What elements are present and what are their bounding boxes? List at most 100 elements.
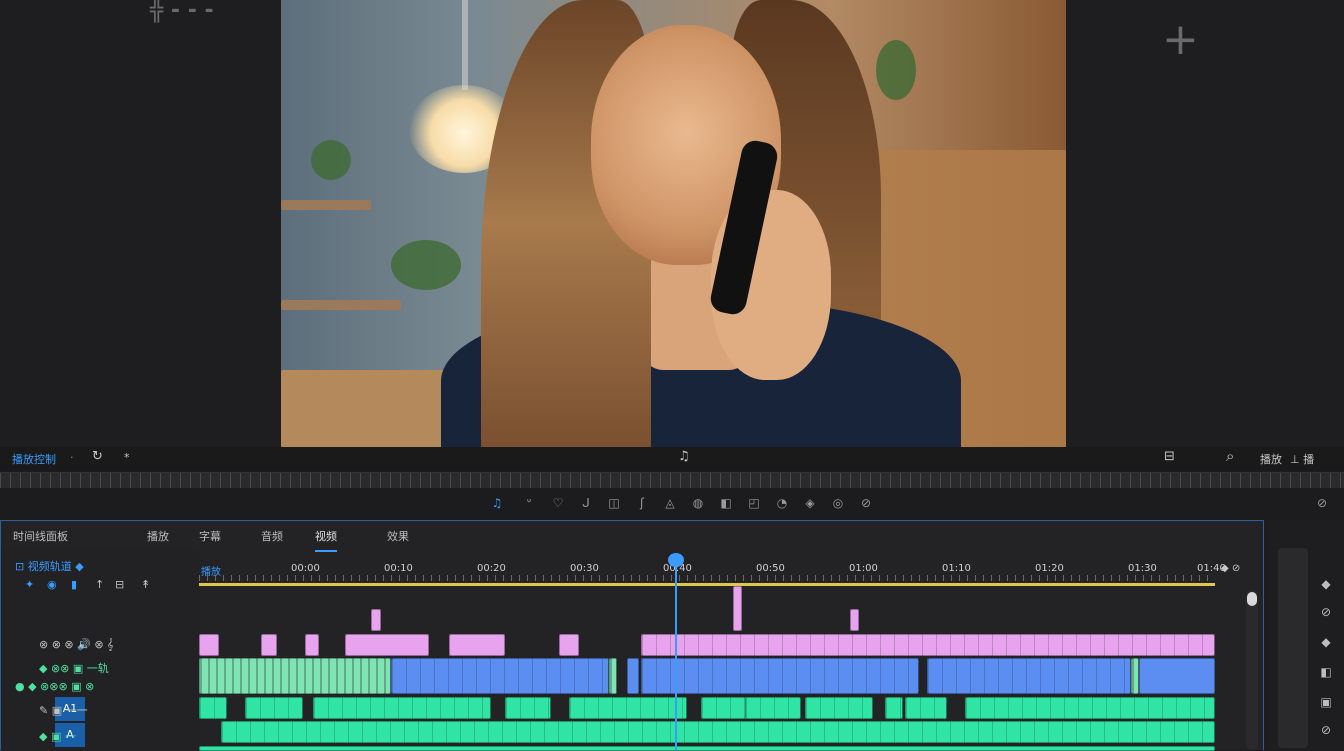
timeline-vertical-scrollbar[interactable] [1246,590,1258,750]
clip-audio[interactable] [313,697,491,719]
tool-8-icon[interactable]: ◍ [690,495,706,511]
tool-10-icon[interactable]: ◰ [746,495,762,511]
clip-audio-bottom[interactable] [199,746,1215,751]
clip-audio[interactable] [505,697,551,719]
clip-v3[interactable] [733,586,742,631]
clip-blue[interactable] [1139,658,1215,694]
playback-control-label[interactable]: 播放控制 [12,451,56,467]
clip-pink[interactable] [641,634,1215,656]
playback-right-label[interactable]: 播放 [1260,451,1282,467]
marker-icon[interactable]: ▮ [71,578,77,591]
tool-audio-icon[interactable]: ♫ [489,495,505,511]
program-monitor: ╬ - - - + [0,0,1344,447]
clip-pink[interactable] [345,634,429,656]
settings-star-icon[interactable]: * [124,451,130,464]
side-tool-icon[interactable]: ◆ [1318,576,1334,592]
separator-dot: · [70,451,74,464]
clip-pink[interactable] [559,634,579,656]
track-a1-controls[interactable]: ✎ ▣ 一一 [39,702,88,718]
tab-video[interactable]: 视频 [315,528,337,552]
settings-icon[interactable]: ⊟ [115,578,124,591]
scrollbar-thumb[interactable] [1247,592,1257,606]
tool-4-icon[interactable]: ᒍ [578,495,594,511]
video-track-header[interactable]: ⊡ 视频轨道 ◆ [15,558,84,574]
add-marker-icon[interactable]: + [1162,18,1199,62]
tool-9-icon[interactable]: ◧ [718,495,734,511]
track-v2-controls[interactable]: ◆ ⊗⊗ ▣ 一轨 [39,660,109,676]
clip-v3[interactable] [850,609,859,631]
tab-subtitles[interactable]: 字幕 [199,528,221,544]
time-ruler[interactable]: 播放 00:00 00:10 00:20 00:30 00:40 00:50 0… [199,553,1226,581]
compare-view-icon[interactable]: ⊟ [1164,449,1175,464]
monitor-scrub-bar[interactable] [0,472,1344,488]
ruler-ticks [199,575,1215,581]
clip-lime[interactable] [609,658,617,694]
clip-pink[interactable] [305,634,319,656]
video-preview [281,0,1066,447]
tool-13-icon[interactable]: ◎ [830,495,846,511]
snap-icon[interactable]: ✦ [25,578,34,591]
tab-audio[interactable]: 音频 [261,528,283,544]
clip-audio[interactable] [569,697,687,719]
audio-note-icon[interactable]: ♫ [678,449,690,464]
playback-right-label-2[interactable]: ⊥ 播 [1290,451,1314,467]
clip-audio-long[interactable] [221,721,1215,743]
side-tool-icon[interactable]: ◧ [1318,664,1334,680]
playhead[interactable] [675,560,677,750]
tool-7-icon[interactable]: ◬ [662,495,678,511]
wrench-icon[interactable]: ↟ [141,578,150,591]
tool-bar: ♫ ᐡ ♡ ᒍ ◫ ʃ ◬ ◍ ◧ ◰ ◔ ◈ ◎ ⊘ ⊘ [0,488,1344,518]
track-area[interactable] [199,586,1215,751]
ruler-label: 00:00 [291,563,320,574]
side-tool-icon[interactable]: ▣ [1318,694,1334,710]
clip-audio[interactable] [885,697,903,719]
ruler-label: 00:30 [570,563,599,574]
tab-effects[interactable]: 效果 [387,528,409,544]
ruler-label: 01:20 [1035,563,1064,574]
tool-12-icon[interactable]: ◈ [802,495,818,511]
clip-pink[interactable] [199,634,219,656]
clip-v3[interactable] [371,609,381,631]
track-v1-controls[interactable]: ● ◆ ⊗⊗⊗ ▣ ⊗ [15,680,94,693]
side-panel: ◆ ⊘ ◆ ◧ ▣ ⊘ [1268,520,1344,750]
ruler-label: 00:50 [756,563,785,574]
tool-11-icon[interactable]: ◔ [774,495,790,511]
track-a2-controls[interactable]: ◆ ▣ 一 [39,728,76,744]
clip-pink[interactable] [449,634,505,656]
track-v3-controls[interactable]: ⊗ ⊗ ⊗ 🔊 ⊗ 𝄞 [39,638,114,652]
clip-audio[interactable] [199,697,227,719]
clip-audio[interactable] [245,697,303,719]
side-tool-icon[interactable]: ◆ [1318,634,1334,650]
tool-5-icon[interactable]: ◫ [606,495,622,511]
tool-right-icon[interactable]: ⊘ [1314,495,1330,511]
clip-audio[interactable] [905,697,947,719]
search-icon[interactable]: ⌕ [1226,447,1234,465]
side-tool-icon[interactable]: ⊘ [1318,604,1334,620]
clip-pink[interactable] [261,634,277,656]
tool-2-icon[interactable]: ᐡ [521,495,537,511]
clip-audio[interactable] [701,697,751,719]
loop-icon[interactable]: ↻ [92,449,103,464]
clip-blue[interactable] [641,658,919,694]
ruler-label: 01:10 [942,563,971,574]
clip-blue[interactable] [927,658,1131,694]
tab-playback[interactable]: 播放 [147,528,169,544]
monitor-control-bar: 播放控制 · ↻ * ♫ ⊟ ⌕ 播放 ⊥ 播 [0,447,1344,471]
clip-blue[interactable] [391,658,609,694]
track-header-column: ⊡ 视频轨道 ◆ ✦ ◉ ▮ ↑ ⊟ ↟ ⊗ ⊗ ⊗ 🔊 ⊗ 𝄞 ◆ ⊗⊗ ▣ … [1,549,199,751]
tool-3-icon[interactable]: ♡ [550,495,566,511]
clip-audio[interactable] [745,697,801,719]
tool-14-icon[interactable]: ⊘ [858,495,874,511]
clip-audio[interactable] [805,697,873,719]
ruler-end-controls[interactable]: ◆ ⊘ [1221,563,1240,574]
clip-video-thumbs[interactable] [199,658,391,694]
ruler-label: 01:30 [1128,563,1157,574]
clip-lime[interactable] [1131,658,1139,694]
side-tool-icon[interactable]: ⊘ [1318,722,1334,738]
tool-6-icon[interactable]: ʃ [634,495,650,511]
lift-icon[interactable]: ↑ [95,578,104,591]
ruler-label: 00:10 [384,563,413,574]
link-icon[interactable]: ◉ [47,578,57,591]
clip-audio[interactable] [965,697,1215,719]
clip-blue[interactable] [627,658,639,694]
